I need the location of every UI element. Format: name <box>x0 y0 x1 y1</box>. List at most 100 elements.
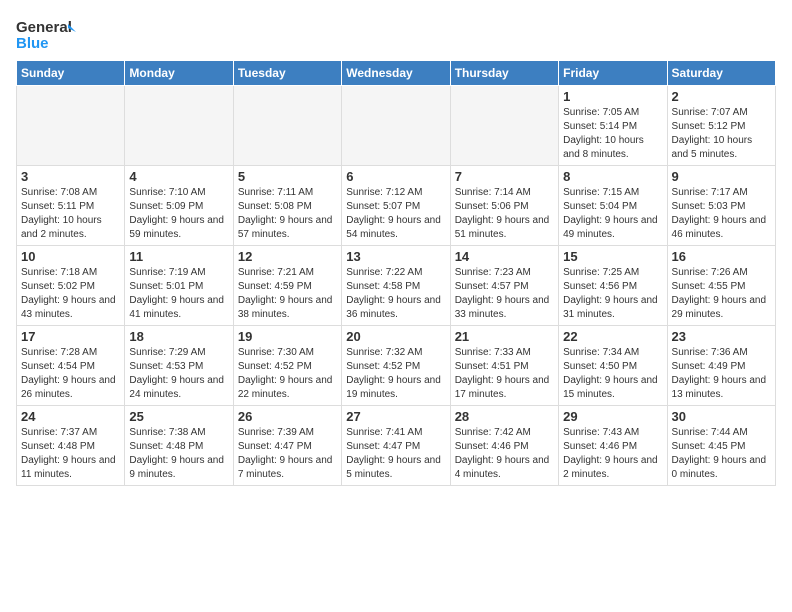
calendar-cell: 10Sunrise: 7:18 AM Sunset: 5:02 PM Dayli… <box>17 246 125 326</box>
day-info: Sunrise: 7:33 AM Sunset: 4:51 PM Dayligh… <box>455 346 554 402</box>
calendar-cell: 16 Sunrise: 7:26 AM Sunset: 4:55 PM Dayli… <box>667 246 775 326</box>
day-number: 14 <box>455 249 554 264</box>
calendar-cell: 26 Sunrise: 7:39 AM Sunset: 4:47 PM Dayli… <box>233 406 341 486</box>
svg-text:Blue: Blue <box>16 35 49 52</box>
calendar-cell: 19 Sunrise: 7:30 AM Sunset: 4:52 PM Dayli… <box>233 326 341 406</box>
calendar-cell: 18Sunrise: 7:29 AM Sunset: 4:53 PM Dayli… <box>125 326 233 406</box>
calendar-week-5: 24 Sunrise: 7:37 AM Sunset: 4:48 PM Dayli… <box>17 406 776 486</box>
calendar-cell: 7 Sunrise: 7:14 AM Sunset: 5:06 PM Daylig… <box>450 166 558 246</box>
day-number: 18 <box>129 329 228 344</box>
day-info: Sunrise: 7:37 AM Sunset: 4:48 PM Dayligh… <box>21 426 120 482</box>
calendar-week-1: 1 Sunrise: 7:05 AM Sunset: 5:14 PM Daylig… <box>17 86 776 166</box>
weekday-header-thursday: Thursday <box>450 61 558 86</box>
day-info: Sunrise: 7:28 AM Sunset: 4:54 PM Dayligh… <box>21 346 120 402</box>
day-number: 12 <box>238 249 337 264</box>
day-number: 30 <box>672 409 771 424</box>
day-number: 21 <box>455 329 554 344</box>
calendar-cell: 22 Sunrise: 7:34 AM Sunset: 4:50 PM Dayli… <box>559 326 667 406</box>
day-info: Sunrise: 7:23 AM Sunset: 4:57 PM Dayligh… <box>455 266 554 322</box>
day-info: Sunrise: 7:30 AM Sunset: 4:52 PM Dayligh… <box>238 346 337 402</box>
day-number: 22 <box>563 329 662 344</box>
weekday-header-friday: Friday <box>559 61 667 86</box>
calendar-week-2: 3Sunrise: 7:08 AM Sunset: 5:11 PM Daylig… <box>17 166 776 246</box>
day-info: Sunrise: 7:08 AM Sunset: 5:11 PM Dayligh… <box>21 186 120 242</box>
day-info: Sunrise: 7:41 AM Sunset: 4:47 PM Dayligh… <box>346 426 445 482</box>
day-info: Sunrise: 7:25 AM Sunset: 4:56 PM Dayligh… <box>563 266 662 322</box>
calendar-cell: 15 Sunrise: 7:25 AM Sunset: 4:56 PM Dayli… <box>559 246 667 326</box>
day-info: Sunrise: 7:12 AM Sunset: 5:07 PM Dayligh… <box>346 186 445 242</box>
day-number: 26 <box>238 409 337 424</box>
day-number: 11 <box>129 249 228 264</box>
day-number: 10 <box>21 249 120 264</box>
day-info: Sunrise: 7:39 AM Sunset: 4:47 PM Dayligh… <box>238 426 337 482</box>
calendar-cell: 23 Sunrise: 7:36 AM Sunset: 4:49 PM Dayli… <box>667 326 775 406</box>
day-info: Sunrise: 7:21 AM Sunset: 4:59 PM Dayligh… <box>238 266 337 322</box>
day-info: Sunrise: 7:32 AM Sunset: 4:52 PM Dayligh… <box>346 346 445 402</box>
weekday-header-wednesday: Wednesday <box>342 61 450 86</box>
weekday-header-sunday: Sunday <box>17 61 125 86</box>
day-info: Sunrise: 7:26 AM Sunset: 4:55 PM Dayligh… <box>672 266 771 322</box>
day-info: Sunrise: 7:38 AM Sunset: 4:48 PM Dayligh… <box>129 426 228 482</box>
day-number: 1 <box>563 89 662 104</box>
calendar-cell: 8 Sunrise: 7:15 AM Sunset: 5:04 PM Daylig… <box>559 166 667 246</box>
day-info: Sunrise: 7:44 AM Sunset: 4:45 PM Dayligh… <box>672 426 771 482</box>
day-number: 16 <box>672 249 771 264</box>
calendar-cell: 9Sunrise: 7:17 AM Sunset: 5:03 PM Daylig… <box>667 166 775 246</box>
day-info: Sunrise: 7:11 AM Sunset: 5:08 PM Dayligh… <box>238 186 337 242</box>
calendar-cell <box>342 86 450 166</box>
day-number: 8 <box>563 169 662 184</box>
calendar-cell: 29Sunrise: 7:43 AM Sunset: 4:46 PM Dayli… <box>559 406 667 486</box>
day-number: 25 <box>129 409 228 424</box>
calendar-week-4: 17 Sunrise: 7:28 AM Sunset: 4:54 PM Dayli… <box>17 326 776 406</box>
weekday-header-tuesday: Tuesday <box>233 61 341 86</box>
calendar-week-3: 10Sunrise: 7:18 AM Sunset: 5:02 PM Dayli… <box>17 246 776 326</box>
page-header: GeneralBlue <box>16 16 776 52</box>
svg-text:General: General <box>16 19 72 36</box>
day-info: Sunrise: 7:22 AM Sunset: 4:58 PM Dayligh… <box>346 266 445 322</box>
day-number: 15 <box>563 249 662 264</box>
day-info: Sunrise: 7:10 AM Sunset: 5:09 PM Dayligh… <box>129 186 228 242</box>
calendar-cell <box>125 86 233 166</box>
calendar-cell: 14 Sunrise: 7:23 AM Sunset: 4:57 PM Dayli… <box>450 246 558 326</box>
weekday-header-saturday: Saturday <box>667 61 775 86</box>
day-info: Sunrise: 7:42 AM Sunset: 4:46 PM Dayligh… <box>455 426 554 482</box>
day-number: 17 <box>21 329 120 344</box>
calendar-cell: 1 Sunrise: 7:05 AM Sunset: 5:14 PM Daylig… <box>559 86 667 166</box>
calendar-cell <box>233 86 341 166</box>
calendar-cell <box>17 86 125 166</box>
day-number: 19 <box>238 329 337 344</box>
calendar-cell: 6 Sunrise: 7:12 AM Sunset: 5:07 PM Daylig… <box>342 166 450 246</box>
weekday-header-monday: Monday <box>125 61 233 86</box>
calendar-cell: 4Sunrise: 7:10 AM Sunset: 5:09 PM Daylig… <box>125 166 233 246</box>
day-number: 23 <box>672 329 771 344</box>
calendar-cell: 17 Sunrise: 7:28 AM Sunset: 4:54 PM Dayli… <box>17 326 125 406</box>
day-number: 7 <box>455 169 554 184</box>
day-info: Sunrise: 7:07 AM Sunset: 5:12 PM Dayligh… <box>672 106 771 162</box>
day-number: 28 <box>455 409 554 424</box>
day-info: Sunrise: 7:17 AM Sunset: 5:03 PM Dayligh… <box>672 186 771 242</box>
day-number: 27 <box>346 409 445 424</box>
day-number: 6 <box>346 169 445 184</box>
day-number: 5 <box>238 169 337 184</box>
calendar-cell: 5 Sunrise: 7:11 AM Sunset: 5:08 PM Daylig… <box>233 166 341 246</box>
day-info: Sunrise: 7:36 AM Sunset: 4:49 PM Dayligh… <box>672 346 771 402</box>
calendar-cell: 12 Sunrise: 7:21 AM Sunset: 4:59 PM Dayli… <box>233 246 341 326</box>
calendar-cell: 30 Sunrise: 7:44 AM Sunset: 4:45 PM Dayli… <box>667 406 775 486</box>
logo: GeneralBlue <box>16 16 76 52</box>
calendar-cell: 24 Sunrise: 7:37 AM Sunset: 4:48 PM Dayli… <box>17 406 125 486</box>
calendar-cell: 2 Sunrise: 7:07 AM Sunset: 5:12 PM Daylig… <box>667 86 775 166</box>
day-number: 2 <box>672 89 771 104</box>
day-info: Sunrise: 7:43 AM Sunset: 4:46 PM Dayligh… <box>563 426 662 482</box>
day-info: Sunrise: 7:15 AM Sunset: 5:04 PM Dayligh… <box>563 186 662 242</box>
calendar-cell: 11Sunrise: 7:19 AM Sunset: 5:01 PM Dayli… <box>125 246 233 326</box>
day-info: Sunrise: 7:34 AM Sunset: 4:50 PM Dayligh… <box>563 346 662 402</box>
calendar-cell: 21 Sunrise: 7:33 AM Sunset: 4:51 PM Dayli… <box>450 326 558 406</box>
day-info: Sunrise: 7:14 AM Sunset: 5:06 PM Dayligh… <box>455 186 554 242</box>
day-info: Sunrise: 7:05 AM Sunset: 5:14 PM Dayligh… <box>563 106 662 162</box>
calendar-cell <box>450 86 558 166</box>
weekday-header-row: SundayMondayTuesdayWednesdayThursdayFrid… <box>17 61 776 86</box>
calendar-cell: 3Sunrise: 7:08 AM Sunset: 5:11 PM Daylig… <box>17 166 125 246</box>
calendar-cell: 28 Sunrise: 7:42 AM Sunset: 4:46 PM Dayli… <box>450 406 558 486</box>
day-number: 24 <box>21 409 120 424</box>
calendar-cell: 27 Sunrise: 7:41 AM Sunset: 4:47 PM Dayli… <box>342 406 450 486</box>
